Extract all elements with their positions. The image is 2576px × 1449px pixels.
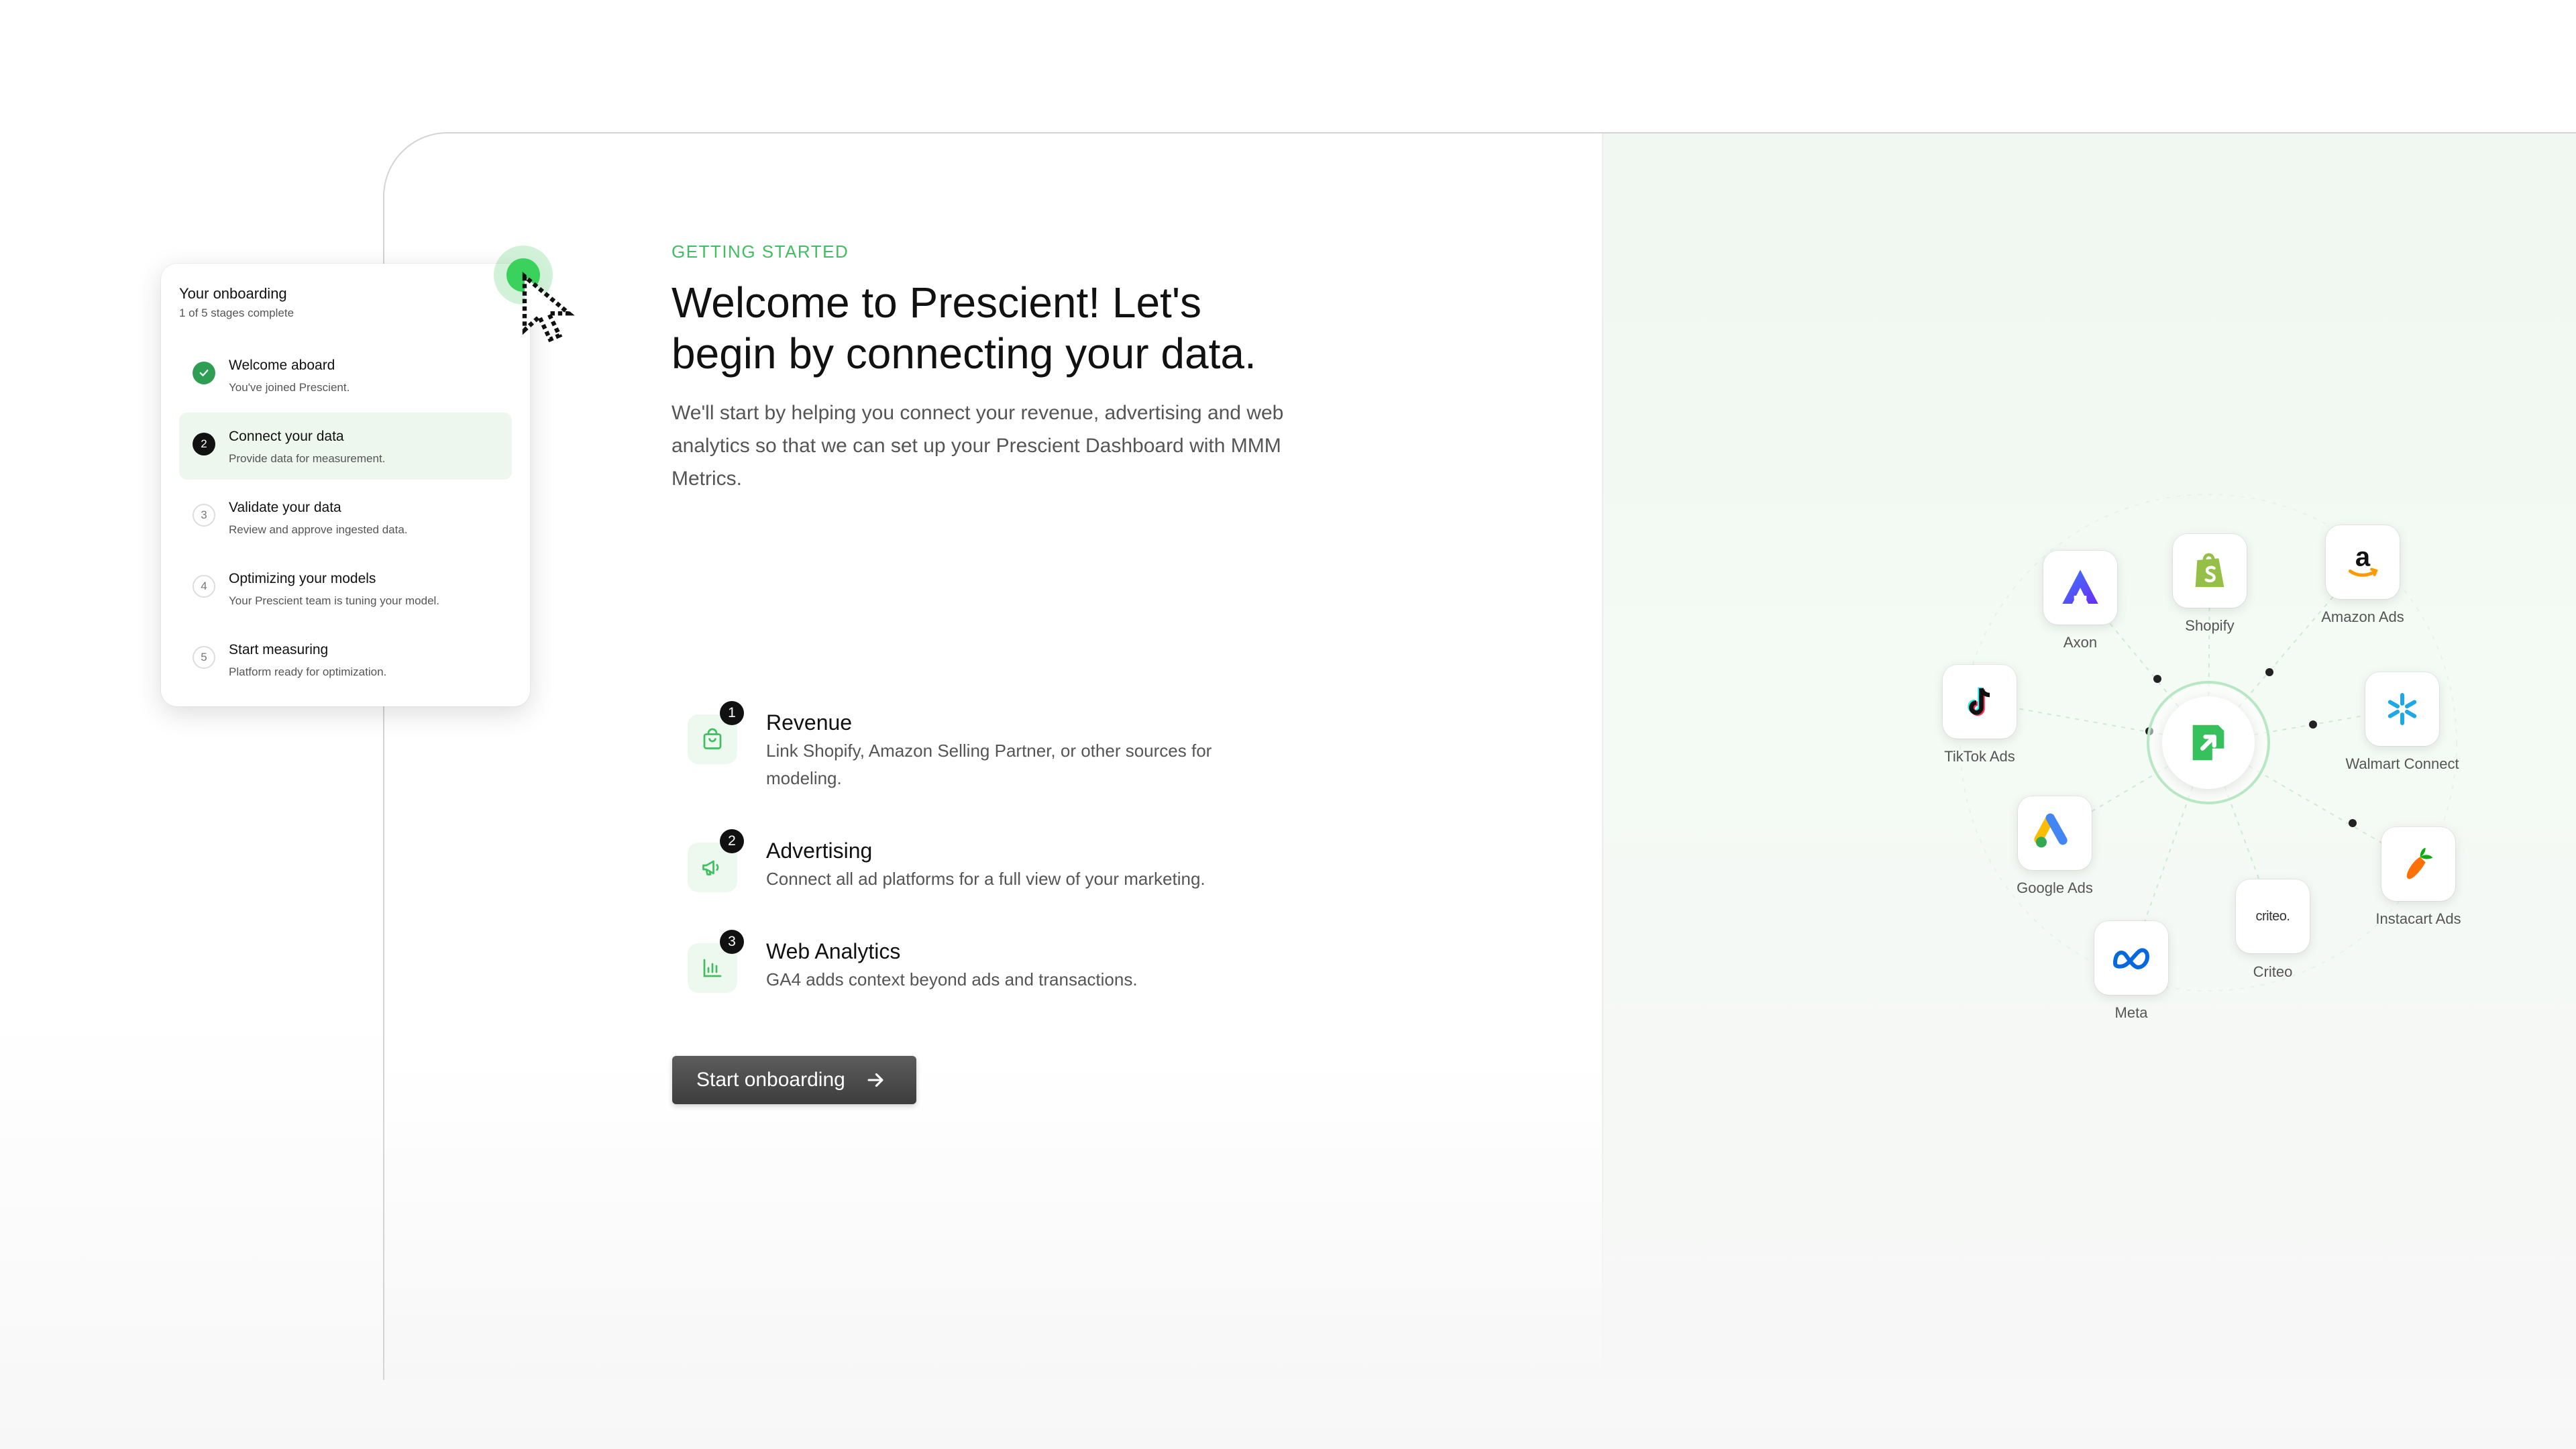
criteo-label: Criteo — [2253, 963, 2293, 980]
shopify-logo-icon[interactable] — [2173, 534, 2247, 608]
criteo-wordmark: criteo. — [2255, 908, 2290, 924]
google-ads-label: Google Ads — [2017, 879, 2093, 896]
connector-dot — [2153, 675, 2161, 683]
instacart-ads-label: Instacart Ads — [2375, 910, 2461, 927]
criteo-logo-icon[interactable]: criteo. — [2236, 879, 2310, 953]
google-ads-logo-icon[interactable] — [2018, 796, 2092, 870]
instacart-logo-icon[interactable] — [2381, 827, 2455, 901]
connector-dot — [2349, 819, 2357, 827]
connector-dot — [2265, 668, 2273, 676]
walmart-logo-icon[interactable] — [2365, 672, 2439, 746]
prescient-logo-icon — [2162, 696, 2255, 789]
meta-label: Meta — [2114, 1004, 2148, 1021]
amazon-logo-icon[interactable]: a — [2326, 525, 2400, 599]
tiktok-logo-icon[interactable] — [1943, 665, 2017, 739]
tiktok-ads-label: TikTok Ads — [1944, 748, 2015, 765]
axon-logo-icon[interactable] — [2043, 551, 2117, 625]
shopify-label: Shopify — [2185, 617, 2235, 634]
axon-label: Axon — [2063, 634, 2098, 651]
meta-logo-icon[interactable] — [2094, 921, 2168, 995]
connector-dot — [2309, 720, 2317, 729]
amazon-ads-label: Amazon Ads — [2321, 608, 2404, 625]
walmart-connect-label: Walmart Connect — [2345, 755, 2459, 772]
svg-text:a: a — [2355, 542, 2371, 572]
